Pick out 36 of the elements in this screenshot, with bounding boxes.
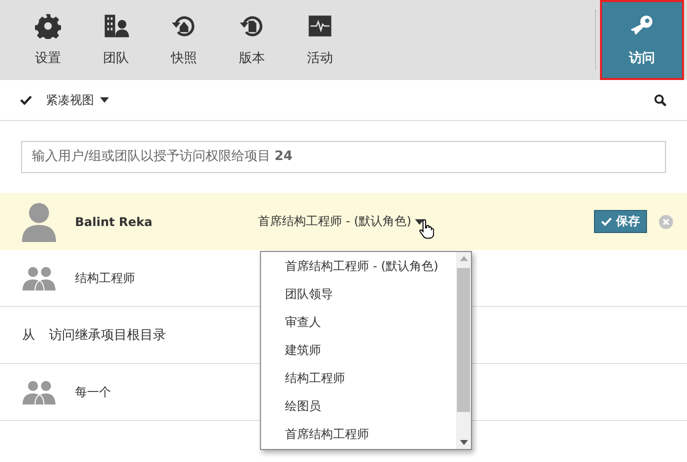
view-dropdown[interactable]: 紧凑视图 <box>46 92 94 108</box>
hand-cursor-icon <box>418 218 434 238</box>
save-button[interactable]: 保存 <box>594 210 647 233</box>
role-option[interactable]: 首席结构工程师 - (默认角色) <box>285 256 456 284</box>
user-avatar-icon <box>22 202 56 242</box>
search-icon[interactable] <box>654 94 667 106</box>
role-option[interactable]: 首席结构工程师 <box>285 424 456 452</box>
group-name: 结构工程师 <box>75 270 135 286</box>
group-icon <box>22 265 56 291</box>
user-name: Balint Reka <box>75 214 154 228</box>
caret-icon <box>100 97 109 103</box>
activity-monitor-icon <box>307 13 333 39</box>
scrollbar[interactable] <box>456 252 471 449</box>
group-icon <box>22 379 56 405</box>
role-option[interactable]: 团队领导 <box>285 284 456 312</box>
group-name: 每一个 <box>75 384 111 400</box>
check-icon <box>601 217 612 226</box>
role-option[interactable]: 建筑师 <box>285 340 456 368</box>
check-icon[interactable] <box>20 95 32 105</box>
toolbar-tab[interactable]: 活动 <box>286 0 354 80</box>
toolbar-tab[interactable]: 团队 <box>82 0 150 80</box>
scroll-down-icon[interactable] <box>460 440 468 445</box>
caret-icon <box>415 218 424 224</box>
gear-icon <box>35 13 61 39</box>
inherit-link[interactable]: 访问继承项目根目录 <box>49 326 166 344</box>
toolbar-tab[interactable]: 设置 <box>14 0 82 80</box>
role-option[interactable]: 审查人 <box>285 312 456 340</box>
toolbar-tab[interactable]: 版本 <box>218 0 286 80</box>
from-label: 从 <box>22 327 35 344</box>
toolbar-tab[interactable]: 访问 <box>600 0 684 80</box>
role-option[interactable]: 结构工程师 <box>285 368 456 396</box>
role-dropdown[interactable]: 首席结构工程师 - (默认角色) <box>258 213 412 230</box>
toolbar-tab[interactable]: 快照 <box>150 0 218 80</box>
search-field[interactable]: 输入用户/组或团队以授予访问权限给项目 24 <box>21 141 666 173</box>
building-person-icon <box>103 13 129 39</box>
role-option[interactable]: 绘图员 <box>285 396 456 424</box>
